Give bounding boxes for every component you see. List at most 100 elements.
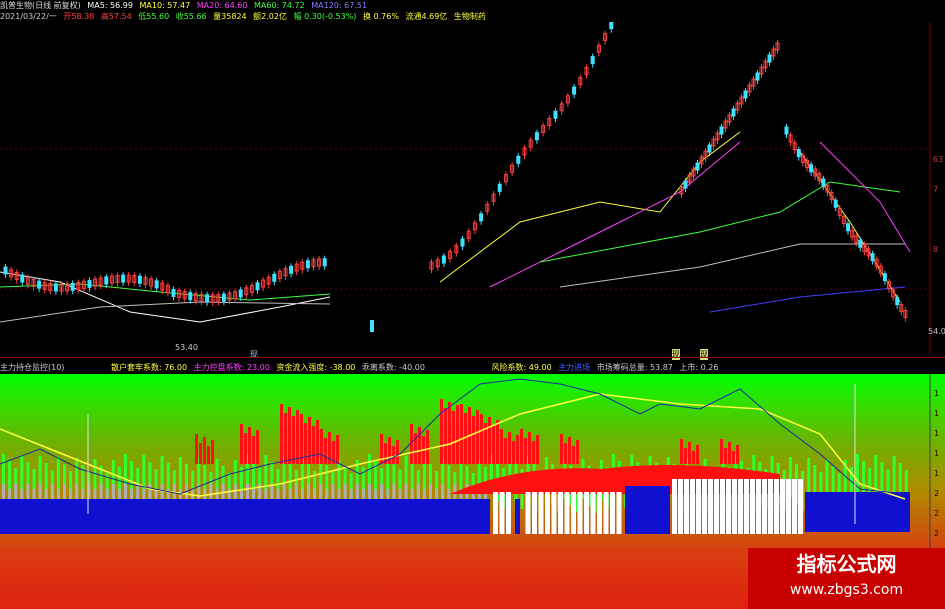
candle-body — [846, 223, 850, 232]
candle-body — [833, 199, 838, 208]
candle-body — [171, 288, 176, 297]
candle-body — [858, 239, 863, 248]
low-label: 低55.60 — [138, 12, 170, 21]
indicator-bar — [99, 484, 103, 499]
ma20-label: MA20: 64.60 — [196, 1, 248, 10]
indicator-bar — [504, 438, 507, 464]
date-label: 2021/03/22/一 — [0, 12, 57, 21]
indicator-bar — [496, 420, 499, 464]
candle-body — [796, 149, 801, 158]
candle-body — [53, 283, 58, 292]
float-label: 流通4.69亿 — [405, 12, 448, 21]
indicator-bar — [111, 484, 115, 499]
indicator-bar — [576, 440, 579, 464]
indicator-axis-label: 2 — [934, 509, 939, 518]
candle-body — [70, 282, 75, 291]
indicator-bar — [726, 479, 731, 534]
indicator-bar — [444, 408, 447, 464]
indicator-bar — [203, 437, 206, 464]
candle-body — [87, 279, 92, 288]
indicator-bar — [472, 416, 475, 464]
indicator-field-4: 乖离系数: -40.00 — [361, 363, 425, 372]
indicator-bar — [476, 410, 479, 464]
ma10-line — [439, 131, 741, 283]
indicator-bar — [244, 433, 247, 464]
indicator-bar — [211, 440, 214, 464]
candle-body — [755, 72, 760, 81]
indicator-bar — [312, 426, 315, 464]
ma10-label: MA10: 57.47 — [139, 1, 191, 10]
high-label: 高57.54 — [100, 12, 132, 21]
indicator-bar — [240, 424, 243, 464]
indicator-bar — [512, 441, 515, 464]
indicator-area — [625, 486, 670, 534]
indicator-bar — [75, 484, 79, 499]
indicator-bar — [672, 479, 677, 534]
indicator-bar — [307, 484, 310, 499]
indicator-bar — [724, 448, 727, 464]
indicator-bar — [288, 407, 291, 464]
candle-body — [572, 86, 577, 95]
indicator-bar — [343, 484, 347, 499]
stock-title: 凯普生物(日线 前复权) — [0, 1, 81, 10]
indicator-bar — [525, 492, 531, 534]
candle-body — [870, 253, 875, 262]
indicator-bar — [750, 479, 755, 534]
indicator-bar — [551, 492, 557, 534]
indicator-axis-label: 2 — [934, 529, 939, 538]
marker-2: 现 — [672, 349, 680, 360]
indicator-bar — [221, 484, 225, 499]
price-axis-label: 54.0 — [928, 327, 945, 336]
ma60-line — [0, 283, 331, 301]
indicator-bar — [248, 427, 251, 464]
indicator-bar — [429, 484, 432, 499]
turnover-label: 换 0.76% — [362, 12, 399, 21]
candle-body — [255, 282, 260, 291]
ma5-label: MA5: 56.99 — [87, 1, 133, 10]
indicator-bar — [732, 451, 735, 464]
ma120-line — [0, 301, 331, 323]
indicator-bar — [50, 484, 54, 499]
candle-body — [20, 274, 25, 283]
price-chart[interactable]: 53.40 63 7 8 54.0 — [0, 22, 945, 354]
indicator-bar — [558, 492, 563, 534]
marker-3: 现 — [700, 349, 708, 360]
candle-body — [460, 238, 465, 247]
indicator-bar — [355, 484, 359, 499]
indicator-bar — [584, 492, 589, 534]
indicator-bar — [448, 402, 451, 464]
indicator-bar — [416, 484, 420, 499]
candle-body — [121, 274, 126, 283]
indicator-bar — [252, 436, 255, 464]
indicator-bar — [532, 441, 535, 464]
indicator-bar — [396, 440, 399, 464]
indicator-bar — [320, 429, 323, 464]
candle-body — [821, 178, 826, 187]
candle-body — [137, 275, 142, 284]
candle-body — [743, 90, 748, 99]
candle-body — [104, 276, 109, 285]
indicator-bar — [453, 484, 457, 499]
candle-body — [289, 265, 294, 274]
indicator-bar — [545, 492, 550, 534]
candle-body — [731, 108, 736, 117]
indicator-bar — [714, 479, 719, 534]
indicator-bar — [324, 438, 327, 464]
candle-body — [809, 164, 814, 173]
indicator-axis-label: 1 — [934, 449, 939, 458]
candle-body — [479, 213, 484, 222]
candle-body — [695, 162, 700, 171]
candle-body — [441, 255, 446, 264]
indicator-bar — [500, 429, 503, 464]
indicator-bar — [536, 435, 539, 464]
indicator-bar — [720, 479, 725, 534]
indicator-bar — [319, 484, 323, 499]
indicator-bar — [246, 484, 249, 499]
candle-body — [37, 280, 42, 289]
indicator-bar — [2, 484, 5, 499]
candle-body — [683, 180, 688, 189]
indicator-bar — [597, 492, 602, 534]
indicator-bar — [63, 484, 66, 499]
indicator-bar — [280, 404, 283, 464]
indicator-area — [0, 499, 490, 534]
